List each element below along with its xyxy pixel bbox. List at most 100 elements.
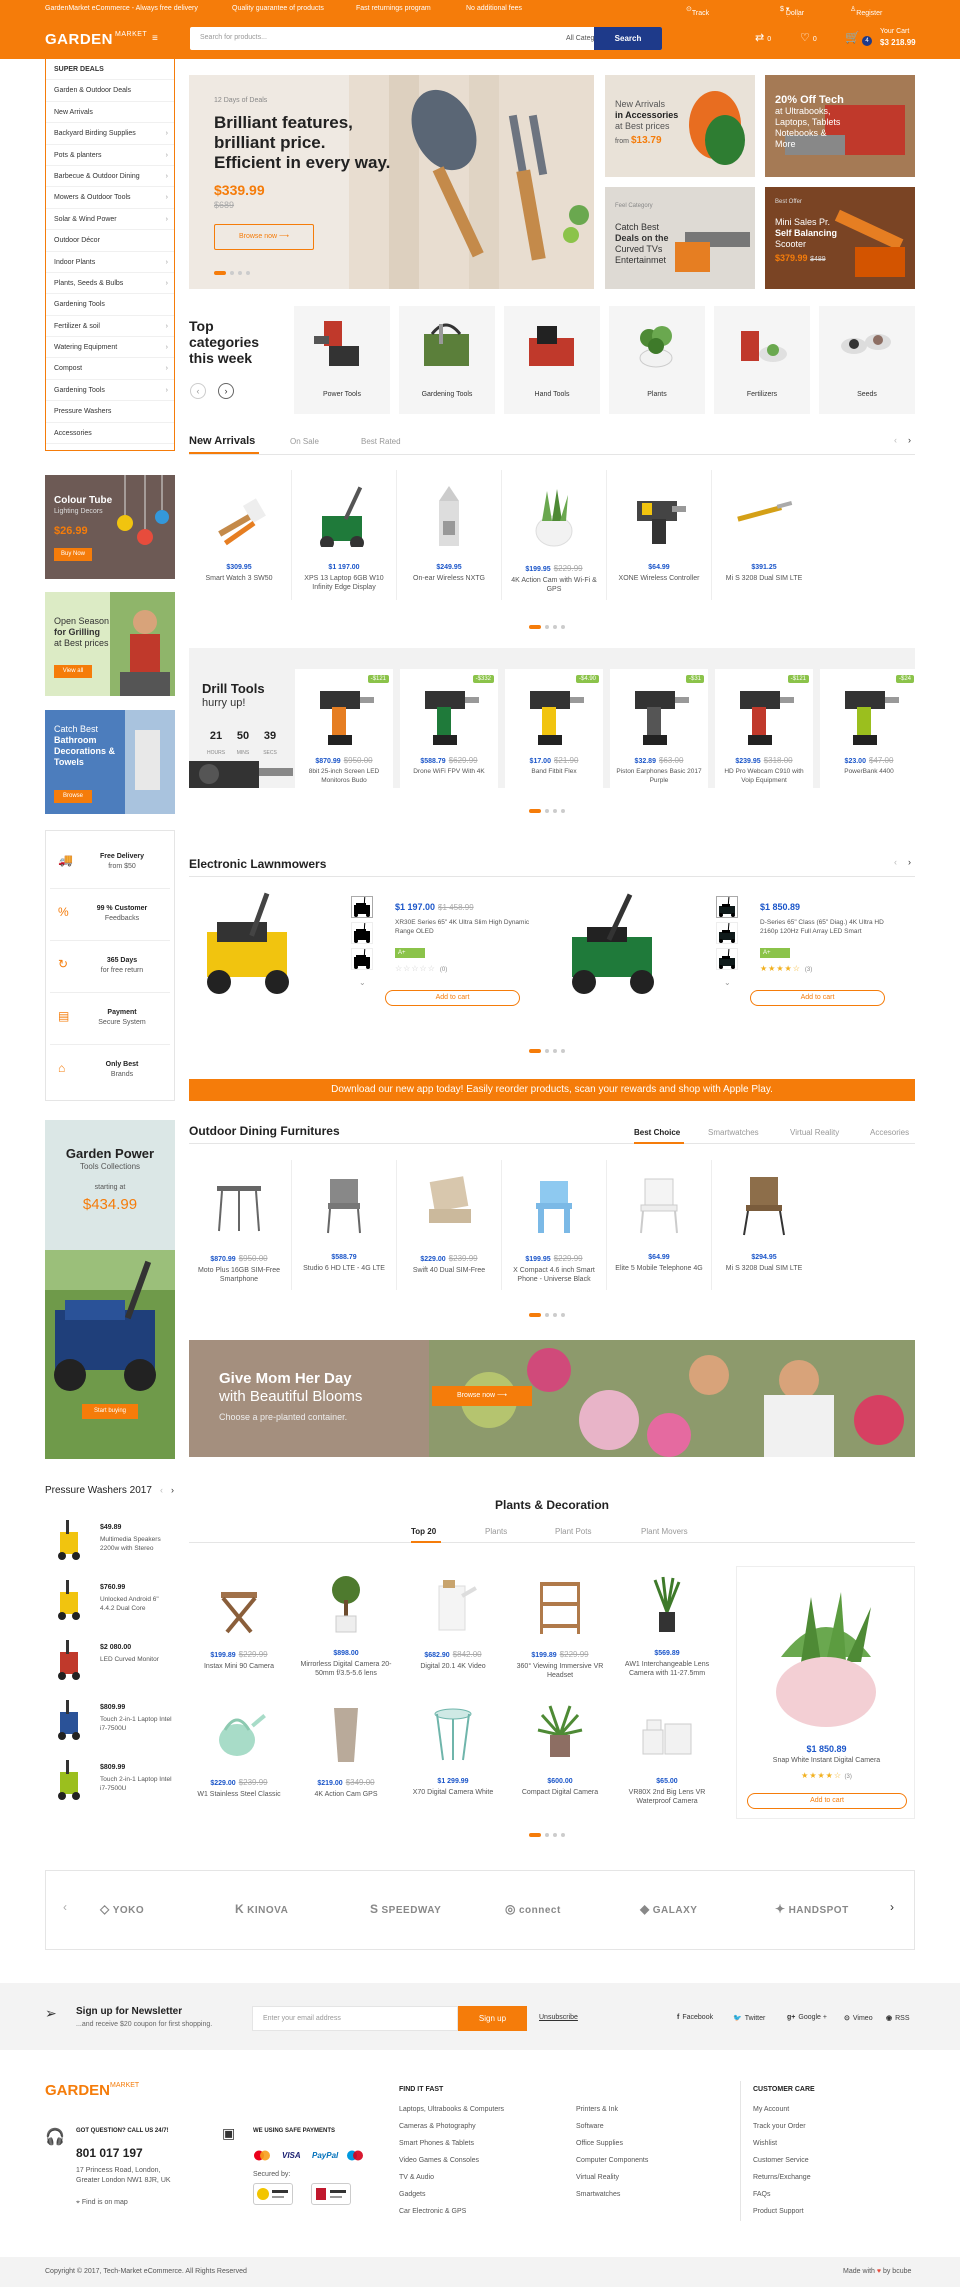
- lawnmower-thumbnail[interactable]: [351, 948, 373, 970]
- footer-logo[interactable]: GARDENMARKET: [45, 2082, 139, 2099]
- add-to-cart-button[interactable]: Add to cart: [750, 990, 885, 1006]
- lawnmowers-next-icon[interactable]: ›: [908, 857, 911, 867]
- product-card[interactable]: $898.00 Mirrorless Digital Camera 20-50mm…: [296, 1566, 396, 1678]
- signup-button[interactable]: Sign up: [458, 2006, 527, 2031]
- tab-new-arrivals[interactable]: New Arrivals: [189, 435, 255, 447]
- view-all-button[interactable]: View all: [54, 665, 92, 678]
- browse-button[interactable]: Browse: [54, 790, 92, 803]
- product-card[interactable]: $391.25 Mi S 3208 Dual SIM LTE: [714, 470, 814, 583]
- promo-tech[interactable]: 20% Off Tech at Ultrabooks, Laptops, Table…: [765, 75, 915, 177]
- app-download-banner[interactable]: Download our new app today! Easily reord…: [189, 1079, 915, 1101]
- tab-plant-pots[interactable]: Plant Pots: [555, 1527, 591, 1536]
- footer-link[interactable]: Wishlist: [753, 2135, 815, 2152]
- banner-grilling[interactable]: Open Season for Grilling at Best prices Vi…: [45, 592, 175, 696]
- plants-dots[interactable]: [529, 1829, 569, 1839]
- product-card[interactable]: $199.95 $229.99 X Compact 4.6 inch Smart P…: [504, 1160, 604, 1284]
- categories-next-button[interactable]: ›: [218, 383, 234, 399]
- sidebar-item[interactable]: Indoor Plants ›: [46, 252, 174, 273]
- footer-link[interactable]: Customer Service: [753, 2152, 815, 2169]
- lawnmower-thumbnail[interactable]: [716, 922, 738, 944]
- unsubscribe-link[interactable]: Unsubscribe: [539, 2014, 578, 2021]
- product-card[interactable]: $249.95 On-ear Wireless NXTG: [399, 470, 499, 583]
- product-card[interactable]: $199.89 $229.99 360° Viewing Immersive VR …: [510, 1566, 610, 1680]
- drill-product-card[interactable]: -$121 $870.99 $950.00 8bit 25-inch Screen L…: [295, 669, 393, 791]
- footer-link[interactable]: Cameras & Photography: [399, 2118, 504, 2135]
- lawnmower-thumbnail[interactable]: [351, 896, 373, 918]
- promo-curved-tvs[interactable]: Feel Category Catch Best Deals on the Curv…: [605, 187, 755, 289]
- product-name[interactable]: Unlocked Android 6" 4.4.2 Dual Core: [100, 1595, 172, 1613]
- tab-plant-movers[interactable]: Plant Movers: [641, 1527, 688, 1536]
- product-card[interactable]: $309.95 Smart Watch 3 SW50: [189, 470, 289, 583]
- sidebar-item[interactable]: Backyard Birding Supplies ›: [46, 123, 174, 145]
- lawnmowers-dots[interactable]: [529, 1045, 569, 1055]
- brand-logo[interactable]: ◆ GALAXY: [640, 1902, 697, 1916]
- sidebar-item[interactable]: Gardening Tools ›: [46, 380, 174, 402]
- category-card[interactable]: Gardening Tools: [399, 306, 495, 414]
- product-card[interactable]: $229.00 $239.99 Swift 40 Dual SIM-Free: [399, 1160, 499, 1275]
- product-card[interactable]: $870.99 $950.00 Moto Plus 16GB SIM-Free Sm…: [189, 1160, 289, 1284]
- drill-product-card[interactable]: -$24 $23.00 $47.00 PowerBank 4400: [820, 669, 918, 791]
- promo-accessories[interactable]: New Arrivals in Accessories at Best prices…: [605, 75, 755, 177]
- sidebar-item[interactable]: Garden & Outdoor Deals: [46, 80, 174, 102]
- footer-link[interactable]: FAQs: [753, 2186, 815, 2203]
- footer-link[interactable]: Laptops, Ultrabooks & Computers: [399, 2101, 504, 2118]
- product-card[interactable]: $199.95 $229.99 4K Action Cam with Wi-Fi &…: [504, 470, 604, 594]
- drill-product-card[interactable]: -$4.90 $17.00 $21.90 Band Fitbit Flex: [505, 669, 603, 791]
- heart-icon[interactable]: ♡ 0: [800, 31, 817, 44]
- lawnmowers-prev-icon[interactable]: ‹: [894, 857, 897, 867]
- brand-logo[interactable]: ✦ HANDSPOT: [775, 1902, 849, 1916]
- product-card[interactable]: $219.00 $349.00 4K Action Cam GPS: [296, 1694, 396, 1799]
- search-button[interactable]: Search: [594, 27, 662, 50]
- social-link[interactable]: f Facebook: [677, 2014, 713, 2021]
- footer-link[interactable]: Smart Phones & Tablets: [399, 2135, 504, 2152]
- sidebar-item[interactable]: Accessories: [46, 423, 174, 445]
- start-buying-button[interactable]: Start buying: [82, 1404, 138, 1419]
- product-card[interactable]: $199.89 $229.99 Instax Mini 90 Camera: [189, 1566, 289, 1671]
- sidebar-item[interactable]: Outdoor Décor: [46, 230, 174, 252]
- sidebar-item[interactable]: SUPER DEALS: [46, 59, 174, 81]
- brand-logo[interactable]: ◇ YOKO: [100, 1902, 144, 1916]
- arrivals-next-icon[interactable]: ›: [908, 435, 911, 445]
- logo[interactable]: GARDEN MARKET: [45, 31, 147, 48]
- lawnmower-thumbnail[interactable]: [716, 948, 738, 970]
- lawnmower-thumbnail[interactable]: [351, 922, 373, 944]
- product-card[interactable]: $294.95 Mi S 3208 Dual SIM LTE: [714, 1160, 814, 1273]
- sidebar-item[interactable]: Fertilizer & soil ›: [46, 316, 174, 338]
- footer-link[interactable]: Printers & Ink: [576, 2101, 648, 2118]
- category-card[interactable]: Plants: [609, 306, 705, 414]
- footer-link[interactable]: Track your Order: [753, 2118, 815, 2135]
- footer-link[interactable]: Computer Components: [576, 2152, 648, 2169]
- arrivals-prev-icon[interactable]: ‹: [894, 435, 897, 445]
- chevron-down-icon[interactable]: ⌄: [359, 978, 366, 987]
- footer-link[interactable]: Returns/Exchange: [753, 2169, 815, 2186]
- mom-browse-button[interactable]: Browse now ⟶: [432, 1386, 532, 1406]
- menu-icon[interactable]: ≡: [152, 33, 158, 44]
- banner-bathroom[interactable]: Catch Best Bathroom Decorations & Towels Br…: [45, 710, 175, 814]
- tab-on-sale[interactable]: On Sale: [290, 437, 319, 446]
- category-card[interactable]: Power Tools: [294, 306, 390, 414]
- chevron-down-icon[interactable]: ⌄: [724, 978, 731, 987]
- category-card[interactable]: Fertilizers: [714, 306, 810, 414]
- tab-best-choice[interactable]: Best Choice: [634, 1128, 680, 1137]
- product-card[interactable]: $600.00 Compact Digital Camera: [510, 1694, 610, 1797]
- arrivals-dots[interactable]: [529, 621, 569, 631]
- promo-scooter[interactable]: Best Offer Mini Sales Pr. Self Balancing S…: [765, 187, 915, 289]
- social-link[interactable]: g+ Google +: [787, 2014, 827, 2021]
- currency-selector[interactable]: $ Dollar (US) ▾: [780, 5, 804, 24]
- footer-link[interactable]: Software: [576, 2118, 648, 2135]
- buy-now-button[interactable]: Buy Now: [54, 548, 92, 561]
- drill-dots[interactable]: [529, 805, 569, 815]
- footer-link[interactable]: Gadgets: [399, 2186, 504, 2203]
- categories-prev-button[interactable]: ‹: [190, 383, 206, 399]
- product-card[interactable]: $1 299.99 X70 Digital Camera White: [403, 1694, 503, 1797]
- sidebar-item[interactable]: Solar & Wind Power ›: [46, 209, 174, 231]
- sidebar-item[interactable]: Mowers & Outdoor Tools ›: [46, 187, 174, 209]
- hero-dots[interactable]: [214, 267, 254, 277]
- lawnmower-thumbnail[interactable]: [716, 896, 738, 918]
- product-card[interactable]: $229.00 $239.99 W1 Stainless Steel Classic: [189, 1694, 289, 1799]
- brand-logo[interactable]: K KINOVA: [235, 1902, 288, 1916]
- drill-product-card[interactable]: -$121 $239.95 $318.00 HD Pro Webcam C910 wi…: [715, 669, 813, 791]
- brand-logo[interactable]: ◎ connect: [505, 1902, 561, 1916]
- tab-best-rated[interactable]: Best Rated: [361, 437, 401, 446]
- sidebar-item[interactable]: Plants, Seeds & Bulbs ›: [46, 273, 174, 295]
